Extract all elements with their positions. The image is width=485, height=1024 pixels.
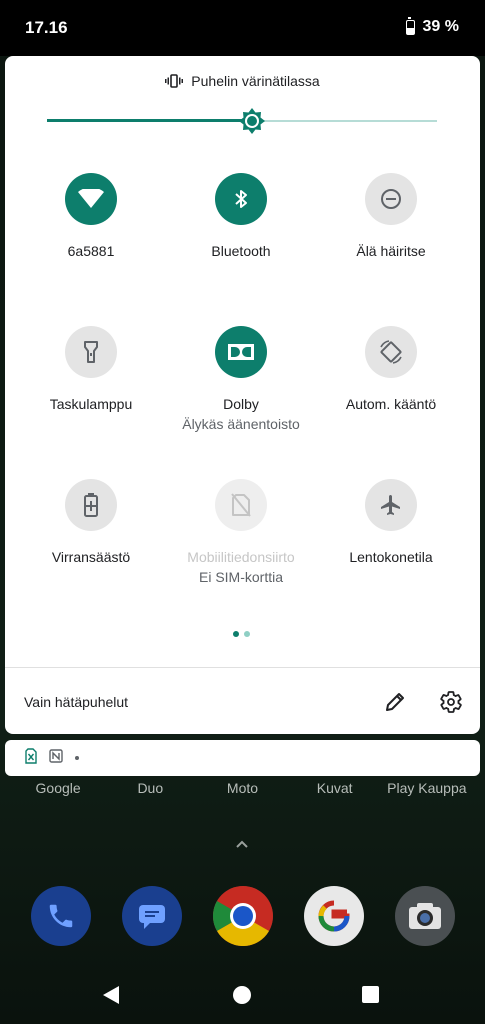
battery-saver-icon[interactable] xyxy=(65,479,117,531)
ringer-status-label: Puhelin värinätilassa xyxy=(191,73,320,89)
ringer-status[interactable]: Puhelin värinätilassa xyxy=(5,73,480,89)
more-notifications-dot xyxy=(75,756,79,760)
wifi-icon[interactable] xyxy=(65,173,117,225)
tile-sublabel: Ei SIM-korttia xyxy=(198,569,283,585)
messages-icon[interactable] xyxy=(121,886,182,946)
status-right: 39 % xyxy=(405,16,459,36)
page-dot-active xyxy=(233,631,239,637)
tile-label: Lentokonetila xyxy=(349,549,433,565)
battery-icon xyxy=(405,16,415,35)
notification-icons-strip[interactable] xyxy=(5,740,480,776)
tile-label: Virransäästö xyxy=(51,549,131,565)
phone-icon[interactable] xyxy=(30,886,91,946)
battery-percent: 39 % xyxy=(422,18,459,35)
recents-button[interactable] xyxy=(362,986,379,1003)
dolby-icon[interactable] xyxy=(215,326,267,378)
tile-battery-saver[interactable]: Virransäästö xyxy=(16,479,166,565)
camera-icon[interactable] xyxy=(394,886,455,946)
dock xyxy=(0,886,485,946)
back-button[interactable] xyxy=(103,986,119,1004)
tile-label: Autom. kääntö xyxy=(345,396,437,412)
tile-label: Taskulamppu xyxy=(49,396,133,412)
tile-label: Bluetooth xyxy=(211,243,271,259)
tile-mobile-data[interactable]: Mobiilitiedonsiirto Ei SIM-korttia xyxy=(166,479,316,585)
tile-bluetooth[interactable]: Bluetooth xyxy=(166,173,316,259)
tile-sublabel: Älykäs äänentoisto xyxy=(182,416,300,432)
status-bar: 17.16 39 % xyxy=(0,0,485,56)
nfc-icon xyxy=(49,748,63,768)
page-indicator xyxy=(233,631,250,637)
tile-do-not-disturb[interactable]: Älä häiritse xyxy=(316,173,466,259)
bluetooth-icon[interactable] xyxy=(215,173,267,225)
app-label-play-kauppa[interactable]: Play Kauppa xyxy=(382,780,472,796)
do-not-disturb-icon[interactable] xyxy=(365,173,417,225)
tile-label: Mobiilitiedonsiirto xyxy=(187,549,295,565)
gear-icon[interactable] xyxy=(439,690,463,714)
no-sim-icon xyxy=(25,747,37,769)
airplane-icon[interactable] xyxy=(365,479,417,531)
tile-flashlight[interactable]: Taskulamppu xyxy=(16,326,166,412)
page-dot xyxy=(244,631,250,637)
carrier-status: Vain hätäpuhelut xyxy=(24,694,129,710)
google-icon[interactable] xyxy=(303,886,364,946)
tile-label: 6a5881 xyxy=(67,243,115,259)
chevron-up-icon[interactable] xyxy=(235,836,249,852)
tile-auto-rotate[interactable]: Autom. kääntö xyxy=(316,326,466,412)
quick-settings-panel: Puhelin värinätilassa 6a5881 Bluetooth Ä… xyxy=(5,56,480,734)
vibrate-icon xyxy=(165,74,184,88)
mobile-data-icon[interactable] xyxy=(215,479,267,531)
tile-wifi[interactable]: 6a5881 xyxy=(16,173,166,259)
tile-dolby[interactable]: Dolby Älykäs äänentoisto xyxy=(166,326,316,432)
app-label-moto[interactable]: Moto xyxy=(197,780,287,796)
app-label-duo[interactable]: Duo xyxy=(105,780,195,796)
tile-label: Dolby xyxy=(223,396,259,412)
app-label-kuvat[interactable]: Kuvat xyxy=(290,780,380,796)
tile-label: Älä häiritse xyxy=(356,243,426,259)
brightness-slider[interactable] xyxy=(47,108,437,134)
home-button[interactable] xyxy=(233,986,251,1004)
brightness-track xyxy=(252,120,437,122)
navigation-bar xyxy=(0,976,485,1024)
brightness-track-active xyxy=(47,119,252,122)
status-time: 17.16 xyxy=(25,18,68,37)
auto-rotate-icon[interactable] xyxy=(365,326,417,378)
divider xyxy=(5,667,480,668)
tile-airplane-mode[interactable]: Lentokonetila xyxy=(316,479,466,565)
app-labels: Google Duo Moto Kuvat Play Kauppa xyxy=(0,780,485,796)
edit-icon[interactable] xyxy=(383,690,407,714)
app-label-google[interactable]: Google xyxy=(13,780,103,796)
flashlight-icon[interactable] xyxy=(65,326,117,378)
brightness-icon[interactable] xyxy=(238,107,266,135)
chrome-icon[interactable] xyxy=(212,886,273,946)
